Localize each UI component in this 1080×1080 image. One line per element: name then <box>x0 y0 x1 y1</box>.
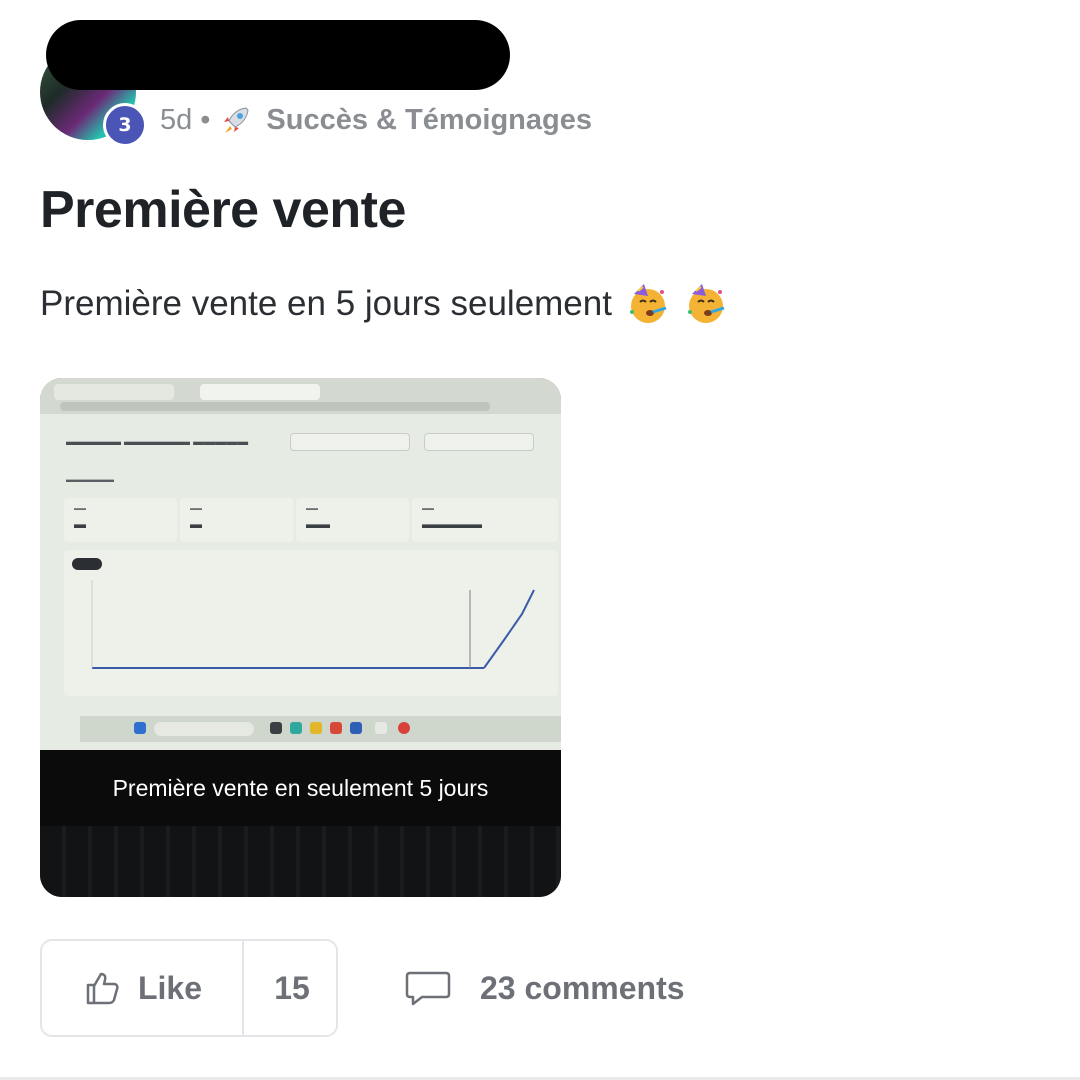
like-widget: Like 15 <box>40 939 338 1037</box>
like-button[interactable]: Like <box>42 941 244 1035</box>
rocket-icon <box>224 107 249 133</box>
photo-laptop-screen: ▬▬▬▬▬ ▬▬▬▬▬▬ ▬▬▬▬▬ ▬▬▬▬▬▬ ▬▬ ▬ ▬▬ ▬ ▬▬ ▬▬ ▬… <box>40 378 561 750</box>
post-image[interactable]: ▬▬▬▬▬ ▬▬▬▬▬▬ ▬▬▬▬▬ ▬▬▬▬▬▬ ▬▬ ▬ ▬▬ ▬ ▬▬ ▬▬ ▬… <box>40 378 561 897</box>
meta-separator: • <box>200 103 211 136</box>
photo-section-label: ▬▬▬▬▬▬ <box>66 475 114 484</box>
photo-app-title: ▬▬▬▬▬ ▬▬▬▬▬▬ ▬▬▬▬▬ <box>66 436 249 448</box>
image-caption: Première vente en seulement 5 jours <box>112 774 489 801</box>
post-body-text: Première vente en 5 jours seulement <box>40 284 612 323</box>
post-age: 5d <box>160 103 193 136</box>
like-count[interactable]: 15 <box>246 941 338 1035</box>
photo-keyboard <box>40 826 561 897</box>
like-label: Like <box>137 969 203 1006</box>
comments-button[interactable]: 23 comments <box>404 962 685 1014</box>
photo-graph-card <box>64 550 558 696</box>
partying-face-icon <box>629 284 667 323</box>
photo-browser-bar <box>40 378 561 414</box>
author-level-badge: 3 <box>103 103 147 147</box>
post-title[interactable]: Première vente <box>40 180 406 240</box>
photo-graph <box>91 580 535 669</box>
post-body: Première vente en 5 jours seulement <box>40 282 728 326</box>
post-meta: 5d • Succès & Témoignages <box>160 100 592 140</box>
thumbs-up-icon <box>86 972 119 1005</box>
partying-face-icon <box>687 284 725 323</box>
comment-bubble-icon <box>405 971 451 1006</box>
comments-label: 23 comments <box>480 969 685 1006</box>
redacted-author-name <box>46 20 510 90</box>
photo-taskbar <box>80 716 561 742</box>
post-category-link[interactable]: Succès & Témoignages <box>266 104 592 137</box>
